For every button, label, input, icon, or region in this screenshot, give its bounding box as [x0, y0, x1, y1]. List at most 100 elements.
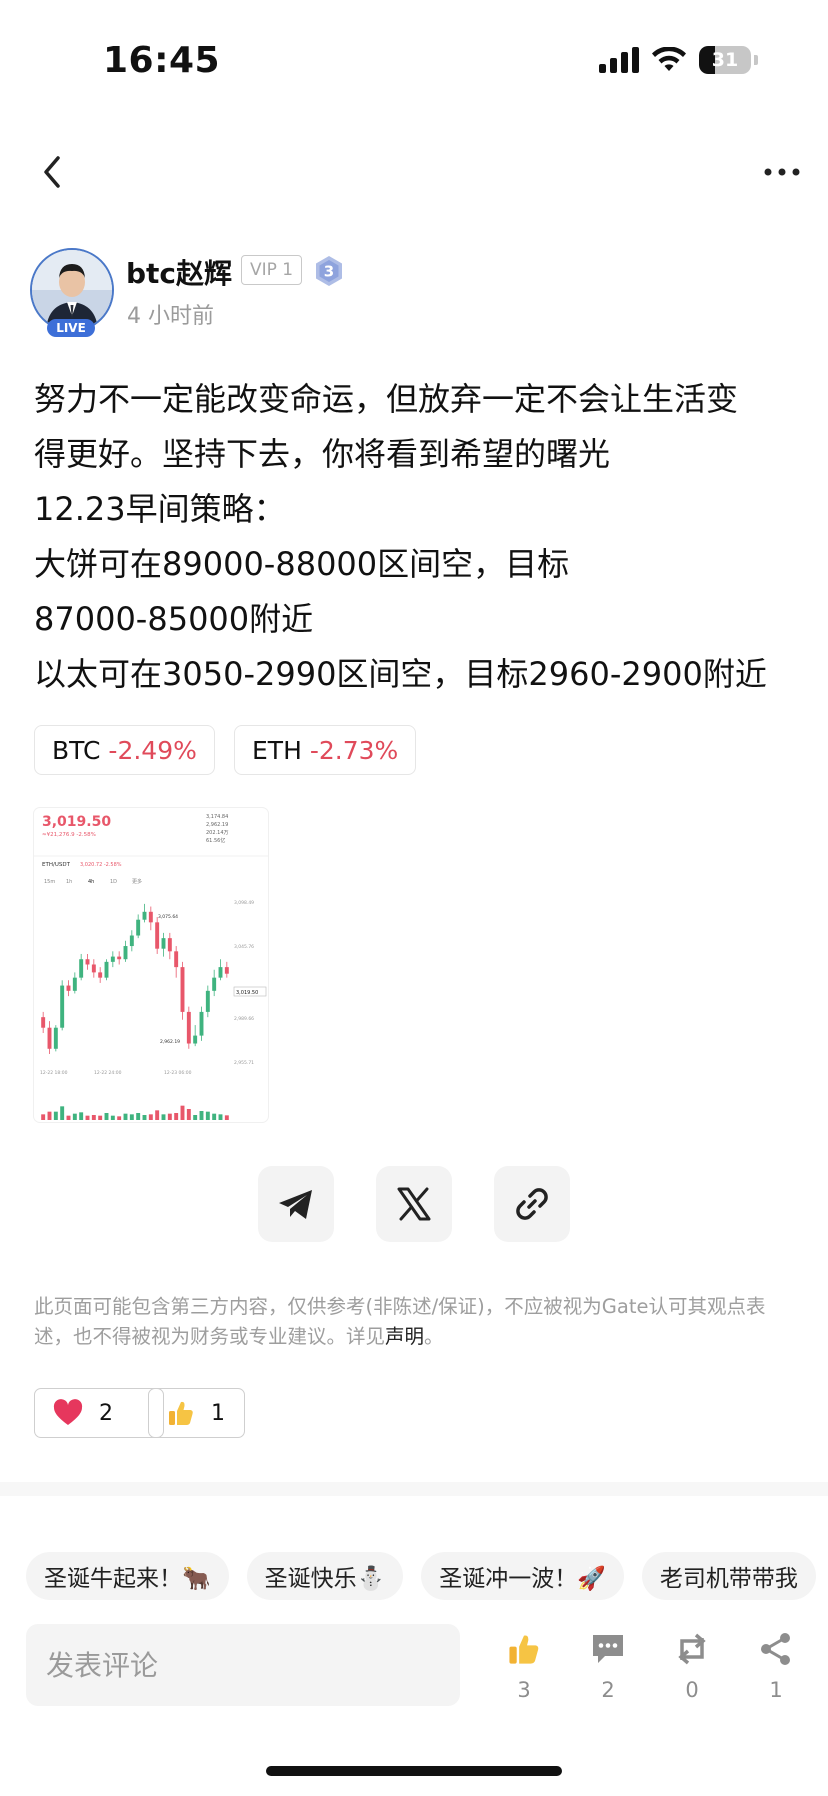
candle-body	[72, 977, 77, 991]
quick-comment-chips: 圣诞牛起来！🐂 圣诞快乐⛄ 圣诞冲一波！🚀 老司机带带我	[26, 1552, 816, 1600]
thumb-tab: 1h	[66, 879, 72, 885]
ticker-eth[interactable]: ETH -2.73%	[234, 725, 417, 775]
post-line: 得更好。坚持下去，你将看到希望的曙光	[34, 435, 611, 473]
quick-comment-chip[interactable]: 圣诞快乐⛄	[246, 1552, 404, 1600]
thumb-sub: ≈¥21,276.9 -2.58%	[42, 832, 96, 838]
more-options-icon[interactable]	[762, 150, 802, 190]
thumb-tick: 3,045.76	[234, 944, 254, 950]
quick-comment-chip[interactable]: 圣诞冲一波！🚀	[421, 1552, 624, 1600]
ticker-symbol: BTC	[52, 735, 101, 765]
thumbs-up-icon	[169, 1401, 193, 1425]
volume-bar	[117, 1116, 122, 1120]
avatar-portrait	[32, 250, 112, 330]
like-icon	[509, 1635, 539, 1664]
volume-bar	[161, 1114, 166, 1120]
quick-comment-chip[interactable]: 圣诞牛起来！🐂	[26, 1552, 229, 1600]
thumb-tick: 2,955.71	[234, 1060, 254, 1066]
post-content: 努力不一定能改变命运，但放弃一定不会让生活变 得更好。坚持下去，你将看到希望的曙…	[34, 372, 804, 702]
volume-bar	[167, 1113, 172, 1120]
candle-body	[41, 1017, 46, 1028]
volume-bar	[60, 1106, 65, 1120]
thumb-tick: 3,098.49	[234, 900, 254, 906]
candle-body	[148, 911, 153, 923]
candle-body	[129, 935, 134, 947]
post-line: 努力不一定能改变命运，但放弃一定不会让生活变	[34, 380, 739, 418]
volume-bar	[180, 1105, 185, 1120]
chart-thumbnail-svg: 3,019.50 ≈¥21,276.9 -2.58% 3,174.84 2,96…	[34, 814, 268, 1120]
candle-body	[212, 977, 217, 991]
candle-body	[85, 959, 90, 965]
volume-bar	[72, 1113, 77, 1120]
status-icons: 31	[599, 44, 758, 76]
post-line: 12.23早间策略：	[34, 490, 286, 528]
candle-body	[186, 1011, 191, 1044]
share-telegram-button[interactable]	[258, 1166, 334, 1242]
author-name[interactable]: btc赵辉	[126, 252, 232, 292]
volume-bar	[129, 1114, 134, 1120]
disclaimer-link[interactable]: 声明	[385, 1325, 424, 1348]
thumb-price-tag: 3,019.50	[236, 990, 258, 996]
back-arrow-icon[interactable]	[36, 152, 68, 192]
candle-body	[142, 911, 147, 920]
home-indicator	[266, 1766, 562, 1776]
post-line: 以太可在3050-2990区间空，目标2960-2900附近	[34, 655, 767, 693]
quick-comment-chip[interactable]: 老司机带带我	[641, 1552, 816, 1600]
ticker-btc[interactable]: BTC -2.49%	[34, 725, 215, 775]
volume-bar	[224, 1115, 229, 1120]
volume-bar	[142, 1115, 147, 1120]
volume-bar	[123, 1113, 128, 1120]
volume-bar	[66, 1115, 71, 1120]
repost-icon	[678, 1633, 706, 1665]
post-timestamp: 4 小时前	[127, 304, 214, 329]
signal-icon	[599, 47, 639, 73]
volume-bar	[98, 1115, 103, 1120]
volume-bar	[79, 1112, 84, 1120]
volume-bar	[91, 1115, 96, 1120]
share-icon	[761, 1633, 790, 1665]
post-line: 大饼可在89000-88000区间空，目标	[34, 545, 570, 583]
share-x-button[interactable]	[376, 1166, 452, 1242]
candle-body	[224, 967, 229, 974]
heart-reaction-button[interactable]: 2	[34, 1388, 164, 1438]
candle-body	[161, 938, 166, 949]
copy-link-button[interactable]	[494, 1166, 570, 1242]
battery-percent: 31	[711, 49, 739, 71]
thumb-stat: 202.14万	[206, 830, 229, 836]
volume-bar	[85, 1115, 90, 1120]
candle-body	[199, 1011, 204, 1036]
live-badge: LIVE	[47, 319, 95, 337]
candle-body	[218, 967, 223, 978]
thumb-tab: 4h	[88, 879, 94, 885]
thumb-date: 12-23 06:00	[164, 1070, 192, 1076]
volume-bar	[41, 1114, 46, 1120]
thumb-stat: 61.56亿	[206, 837, 225, 844]
thumb-pair-price: 3,020.72 -2.58%	[80, 862, 122, 868]
candle-body	[91, 964, 96, 973]
status-time: 16:45	[103, 40, 221, 81]
share-action[interactable]: 1	[746, 1632, 806, 1702]
comment-action[interactable]: 2	[578, 1632, 638, 1702]
thumb-tab: 更多	[132, 878, 142, 885]
candle-body	[60, 985, 65, 1028]
level-badge-icon: 3	[316, 256, 342, 286]
thumb-pair: ETH/USDT	[42, 862, 71, 868]
like-action[interactable]: 3	[494, 1632, 554, 1702]
ticker-change: -2.49%	[108, 735, 197, 765]
repost-action[interactable]: 0	[662, 1632, 722, 1702]
candle-body	[98, 972, 103, 978]
thumb-date: 12-22 24:00	[94, 1070, 122, 1076]
link-icon	[516, 1188, 548, 1220]
post-line: 87000-85000附近	[34, 600, 314, 638]
volume-bar	[193, 1115, 198, 1120]
thumbs-up-count: 1	[211, 1400, 225, 1426]
wifi-icon	[652, 47, 686, 71]
comment-input[interactable]	[26, 1624, 460, 1706]
x-icon	[397, 1187, 431, 1221]
thumb-price: 3,019.50	[42, 814, 111, 830]
chart-screenshot[interactable]: 3,019.50 ≈¥21,276.9 -2.58% 3,174.84 2,96…	[34, 808, 268, 1122]
candle-body	[174, 951, 179, 968]
thumb-stat: 3,174.84	[206, 814, 228, 820]
thumbs-up-reaction-button[interactable]: 1	[148, 1388, 245, 1438]
volume-bar	[218, 1114, 223, 1120]
volume-bar	[148, 1114, 153, 1120]
